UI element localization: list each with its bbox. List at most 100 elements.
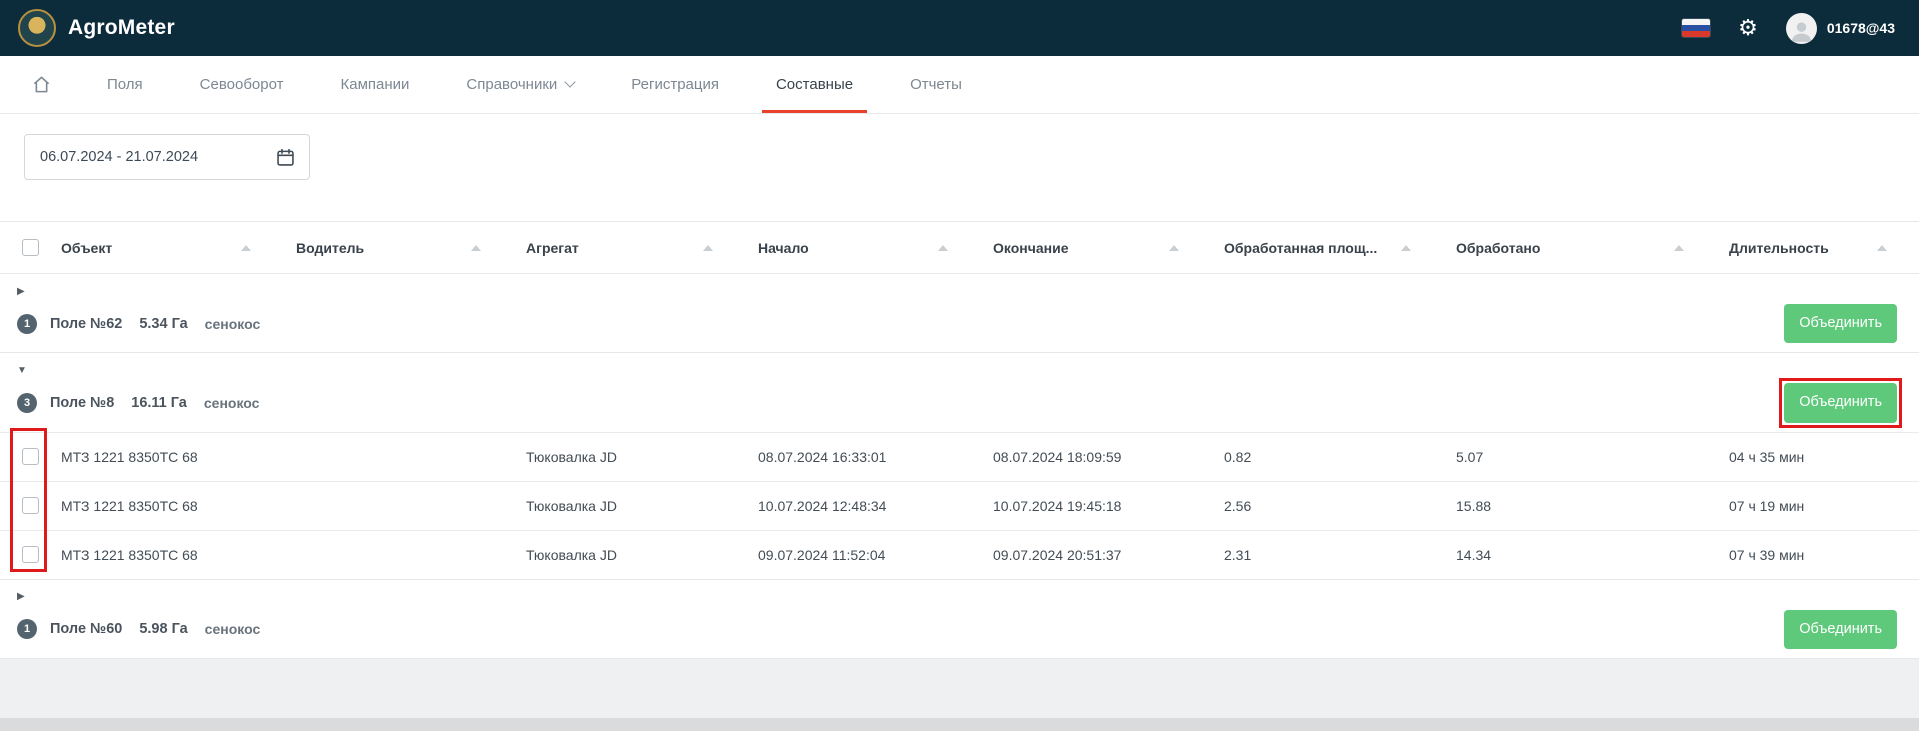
gear-icon[interactable]: ⚙ <box>1738 17 1758 39</box>
expand-arrow-icon[interactable]: ▶ <box>17 286 25 297</box>
avatar[interactable] <box>1786 13 1817 44</box>
tab-label: Кампании <box>341 76 410 93</box>
top-bar: AgroMeter ⚙ 01678@43 <box>0 0 1919 56</box>
row-checkbox-cell <box>0 497 48 514</box>
column-label: Длительность <box>1729 240 1829 256</box>
person-icon <box>1788 17 1815 44</box>
sort-icon[interactable] <box>938 245 948 251</box>
filter-bar: 06.07.2024 - 21.07.2024 <box>0 114 1919 221</box>
field-crop: сенокос <box>204 395 260 411</box>
group-rows: МТЗ 1221 8350ТС 68Тюковалка JD08.07.2024… <box>0 432 1919 579</box>
russian-flag-icon[interactable] <box>1682 19 1710 37</box>
user-id: 01678@43 <box>1827 20 1895 36</box>
column-label: Водитель <box>296 240 364 256</box>
sort-icon[interactable] <box>703 245 713 251</box>
cell-end: 08.07.2024 18:09:59 <box>980 449 1211 465</box>
column-header[interactable]: Обработано <box>1443 240 1716 256</box>
merge-button-wrap: Объединить <box>1784 610 1897 649</box>
field-area: 16.11 Га <box>131 395 187 411</box>
field-area: 5.98 Га <box>139 621 187 637</box>
field-crop: сенокос <box>205 621 261 637</box>
date-range-input[interactable]: 06.07.2024 - 21.07.2024 <box>24 134 310 180</box>
tab-кампании[interactable]: Кампании <box>327 56 424 113</box>
cell-start: 08.07.2024 16:33:01 <box>745 449 980 465</box>
table-row: МТЗ 1221 8350ТС 68Тюковалка JD10.07.2024… <box>0 481 1919 530</box>
row-checkbox-cell <box>0 546 48 563</box>
expand-arrow-icon[interactable]: ▶ <box>17 591 25 602</box>
tab-регистрация[interactable]: Регистрация <box>617 56 733 113</box>
sort-icon[interactable] <box>241 245 251 251</box>
column-label: Окончание <box>993 240 1068 256</box>
tab-отчеты[interactable]: Отчеты <box>896 56 976 113</box>
tab-label: Справочники <box>466 76 557 93</box>
sort-icon[interactable] <box>471 245 481 251</box>
column-label: Начало <box>758 240 809 256</box>
column-header[interactable]: Агрегат <box>513 240 745 256</box>
field-name: Поле №62 <box>50 316 122 332</box>
row-checkbox[interactable] <box>22 497 39 514</box>
cell-start: 10.07.2024 12:48:34 <box>745 498 980 514</box>
collapse-arrow-icon[interactable]: ▼ <box>17 365 27 376</box>
column-header[interactable]: Длительность <box>1716 240 1919 256</box>
cell-implement: Тюковалка JD <box>513 449 745 465</box>
cell-object: МТЗ 1221 8350ТС 68 <box>48 547 283 563</box>
row-count-badge: 1 <box>17 619 37 639</box>
tab-составные[interactable]: Составные <box>762 56 867 113</box>
cell-implement: Тюковалка JD <box>513 498 745 514</box>
column-header[interactable]: Начало <box>745 240 980 256</box>
row-checkbox[interactable] <box>22 546 39 563</box>
sort-icon[interactable] <box>1169 245 1179 251</box>
home-icon[interactable] <box>18 56 64 113</box>
field-name: Поле №8 <box>50 395 114 411</box>
tab-label: Составные <box>776 76 853 93</box>
sort-icon[interactable] <box>1674 245 1684 251</box>
cell-processed: 14.34 <box>1443 547 1716 563</box>
column-header[interactable]: Водитель <box>283 240 513 256</box>
user-menu[interactable]: 01678@43 <box>1786 13 1895 44</box>
row-count-badge: 1 <box>17 314 37 334</box>
group-header: ▶ 1 Поле №60 5.98 Га сенокос Объединить <box>0 580 1919 658</box>
column-header[interactable]: Окончание <box>980 240 1211 256</box>
cell-start: 09.07.2024 11:52:04 <box>745 547 980 563</box>
tab-поля[interactable]: Поля <box>93 56 157 113</box>
cell-processed: 15.88 <box>1443 498 1716 514</box>
header-checkbox-cell <box>0 239 48 256</box>
merge-button[interactable]: Объединить <box>1784 610 1897 649</box>
annotation-merge-button-highlight: Объединить <box>1784 383 1897 422</box>
main-nav: Поля Севооборот Кампании Справочники Регистр… <box>0 56 1919 114</box>
sort-icon[interactable] <box>1401 245 1411 251</box>
row-checkbox-cell <box>0 448 48 465</box>
group-header: ▼3Поле №816.11 ГасенокосОбъединить <box>0 353 1919 431</box>
sort-icon[interactable] <box>1877 245 1887 251</box>
field-name: Поле №60 <box>50 621 122 637</box>
calendar-icon[interactable] <box>275 147 296 168</box>
tab-label: Севооборот <box>200 76 284 93</box>
cell-end: 10.07.2024 19:45:18 <box>980 498 1211 514</box>
field-crop: сенокос <box>205 316 261 332</box>
group-header: ▶ 1 Поле №62 5.34 Га сенокос Объединить <box>0 274 1919 352</box>
cell-area-processed: 2.31 <box>1211 547 1443 563</box>
cell-processed: 5.07 <box>1443 449 1716 465</box>
cell-duration: 07 ч 39 мин <box>1716 547 1919 563</box>
cell-implement: Тюковалка JD <box>513 547 745 563</box>
column-header[interactable]: Объект <box>48 240 283 256</box>
nav-tabs: Поля Севооборот Кампании Справочники Регистр… <box>64 56 976 113</box>
table-row: МТЗ 1221 8350ТС 68Тюковалка JD08.07.2024… <box>0 432 1919 481</box>
field-area: 5.34 Га <box>139 316 187 332</box>
field-group: ▶ 1 Поле №62 5.34 Га сенокос Объединить <box>0 274 1919 353</box>
merge-button[interactable]: Объединить <box>1784 383 1897 422</box>
cell-area-processed: 2.56 <box>1211 498 1443 514</box>
merge-button[interactable]: Объединить <box>1784 304 1897 343</box>
column-label: Агрегат <box>526 240 579 256</box>
tab-севооборот[interactable]: Севооборот <box>186 56 298 113</box>
select-all-checkbox[interactable] <box>22 239 39 256</box>
tab-справочники[interactable]: Справочники <box>452 56 588 113</box>
cell-area-processed: 0.82 <box>1211 449 1443 465</box>
column-header[interactable]: Обработанная площ... <box>1211 240 1443 256</box>
cell-duration: 04 ч 35 мин <box>1716 449 1919 465</box>
cell-end: 09.07.2024 20:51:37 <box>980 547 1211 563</box>
tab-label: Регистрация <box>631 76 719 93</box>
column-label: Обработано <box>1456 240 1540 256</box>
row-checkbox[interactable] <box>22 448 39 465</box>
bottom-edge <box>0 718 1919 731</box>
